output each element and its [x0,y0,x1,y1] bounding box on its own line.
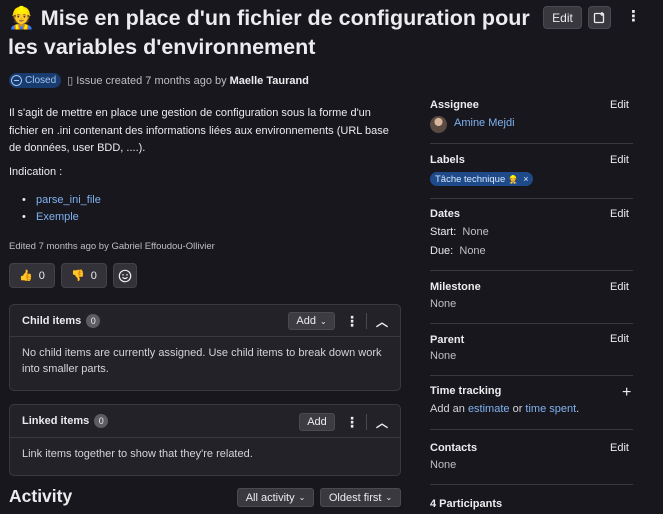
labels-label: Labels [430,154,465,166]
linked-items-header: Linked items 0 Add ⋮ ︿ [10,405,400,438]
activity-filter-dropdown[interactable]: All activity ⌄ [237,488,314,507]
issue-description: Il s'agit de mettre en place une gestion… [9,107,389,154]
link-parse-ini-file[interactable]: parse_ini_file [22,192,101,209]
dates-edit-button[interactable]: Edit [610,208,629,220]
collapse-child-items-icon[interactable]: ︿ [376,313,388,330]
avatar [430,116,447,133]
author-link[interactable]: Maelle Taurand [230,75,309,87]
issue-title: Mise en place d'un fichier de configurat… [8,6,530,59]
remove-label-icon[interactable]: × [523,174,528,184]
estimate-link[interactable]: estimate [468,403,510,415]
time-tracking-text: Add an estimate or time spent. [430,403,580,415]
smiley-icon [118,269,132,282]
child-items-empty-text: No child items are currently assigned. U… [22,347,382,375]
thumbs-down-icon: 👎 [71,270,85,282]
new-issue-button[interactable] [588,6,611,29]
created-text: Issue created 7 months ago by [76,74,227,87]
construction-worker-icon: 👷 [508,174,519,184]
milestone-edit-button[interactable]: Edit [610,281,629,293]
linked-items-count: 0 [94,414,109,428]
status-badge: Closed [9,73,62,88]
linked-items-card: Linked items 0 Add ⋮ ︿ Link items togeth… [9,404,401,476]
contacts-value: None [430,459,457,471]
time-spent-link[interactable]: time spent [525,403,576,415]
thumbs-up-icon: 👍 [19,270,33,282]
child-items-header: Child items 0 Add ⌄ ⋮ ︿ [10,305,400,337]
child-items-more-icon[interactable]: ⋮ [345,314,359,328]
parent-label: Parent [430,334,465,346]
chevron-down-icon: ⌄ [319,316,327,326]
thumbs-down-button[interactable]: 👎 0 [61,263,107,288]
due-date: Due: None [430,245,486,257]
participants-label: 4 Participants [430,498,503,510]
more-actions-icon[interactable]: ⋮ [626,9,641,24]
edit-title-button[interactable]: Edit [543,6,582,29]
add-time-icon[interactable]: + [622,384,631,402]
link-exemple[interactable]: Exemple [22,209,101,226]
milestone-label: Milestone [430,281,481,293]
linked-items-empty-text: Link items together to show that they're… [22,448,253,460]
time-tracking-label: Time tracking [430,385,502,397]
start-date: Start: None [430,226,489,238]
label-chip-tache-technique[interactable]: Tâche technique 👷 × [430,172,534,186]
thumbs-up-button[interactable]: 👍 0 [9,263,55,288]
construction-worker-icon: 👷 [8,6,35,30]
child-items-card: Child items 0 Add ⌄ ⋮ ︿ No child items ar… [9,304,401,391]
child-items-title: Child items [22,314,82,327]
issue-type-icon: ▯ [67,75,74,87]
collapse-linked-items-icon[interactable]: ︿ [376,414,388,431]
chevron-down-icon: ⌄ [385,493,393,502]
parent-edit-button[interactable]: Edit [610,333,629,345]
milestone-value: None [430,298,457,310]
labels-edit-button[interactable]: Edit [610,154,629,166]
closed-icon [11,75,22,86]
linked-items-add-button[interactable]: Add [299,413,335,431]
assignee-label: Assignee [430,99,479,111]
child-items-count: 0 [86,313,101,328]
parent-value: None [430,350,457,362]
edited-text: Edited 7 months ago by Gabriel Effoudou-… [9,241,215,252]
child-items-add-button[interactable]: Add ⌄ [288,312,335,330]
contacts-label: Contacts [430,442,478,454]
linked-items-more-icon[interactable]: ⋮ [345,415,359,429]
page-title: 👷 Mise en place d'un fichier de configura… [8,4,533,62]
assignee-edit-button[interactable]: Edit [610,99,629,111]
indication-list: parse_ini_file Exemple [22,192,101,226]
dates-label: Dates [430,208,460,220]
indication-label: Indication : [9,166,63,178]
linked-items-title: Linked items [22,415,90,427]
issue-meta: Closed ▯ Issue created 7 months ago by M… [9,73,309,88]
activity-heading: Activity [9,486,73,506]
new-item-icon [593,12,605,24]
add-reaction-button[interactable] [113,263,137,288]
assignee-name-link[interactable]: Amine Mejdi [454,117,515,129]
contacts-edit-button[interactable]: Edit [610,442,629,454]
chevron-down-icon: ⌄ [298,493,306,502]
activity-sort-dropdown[interactable]: Oldest first ⌄ [320,488,401,507]
